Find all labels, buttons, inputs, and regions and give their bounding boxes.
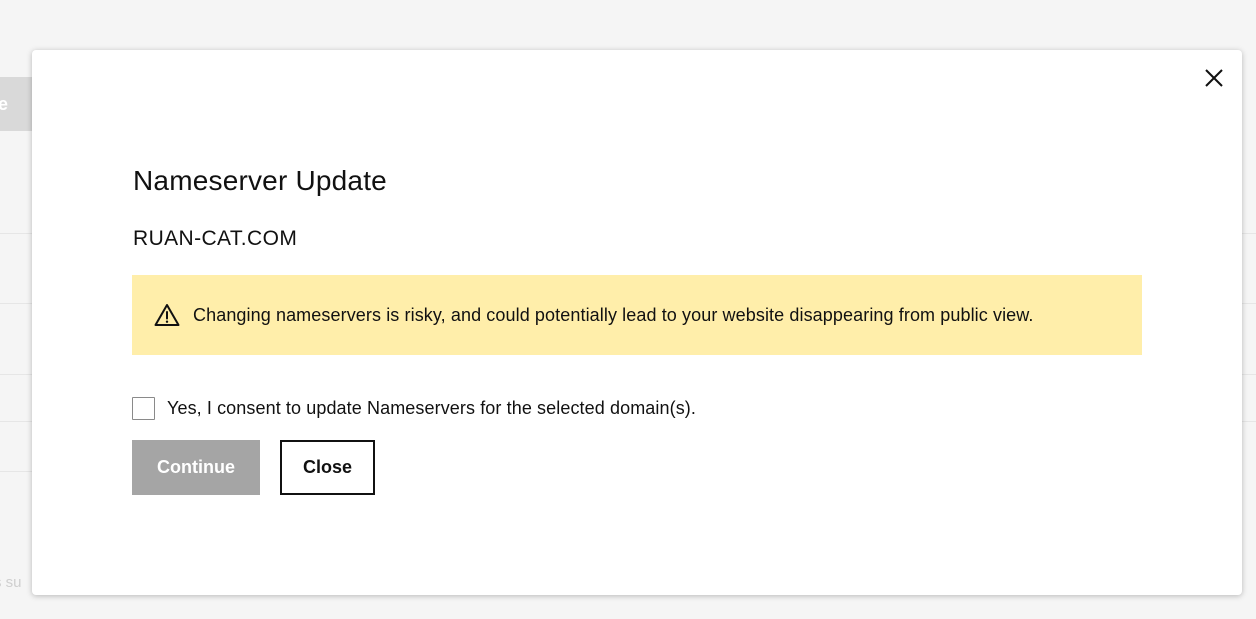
warning-banner: Changing nameservers is risky, and could…	[132, 275, 1142, 355]
background-divider	[1242, 233, 1256, 234]
consent-row[interactable]: Yes, I consent to update Nameservers for…	[132, 397, 696, 420]
domain-name: RUAN-CAT.COM	[133, 227, 298, 250]
continue-button[interactable]: Continue	[132, 440, 260, 495]
consent-checkbox[interactable]	[132, 397, 155, 420]
background-divider	[1242, 374, 1256, 375]
nameserver-update-dialog: Nameserver Update RUAN-CAT.COM Changing …	[32, 50, 1242, 595]
background-divider	[1242, 303, 1256, 304]
background-divider	[1242, 421, 1256, 422]
close-button[interactable]: Close	[280, 440, 375, 495]
warning-text: Changing nameservers is risky, and could…	[193, 304, 1034, 325]
warning-triangle-icon	[154, 303, 180, 327]
consent-label[interactable]: Yes, I consent to update Nameservers for…	[167, 398, 696, 419]
dialog-title: Nameserver Update	[133, 165, 387, 196]
close-icon[interactable]	[1203, 67, 1225, 89]
